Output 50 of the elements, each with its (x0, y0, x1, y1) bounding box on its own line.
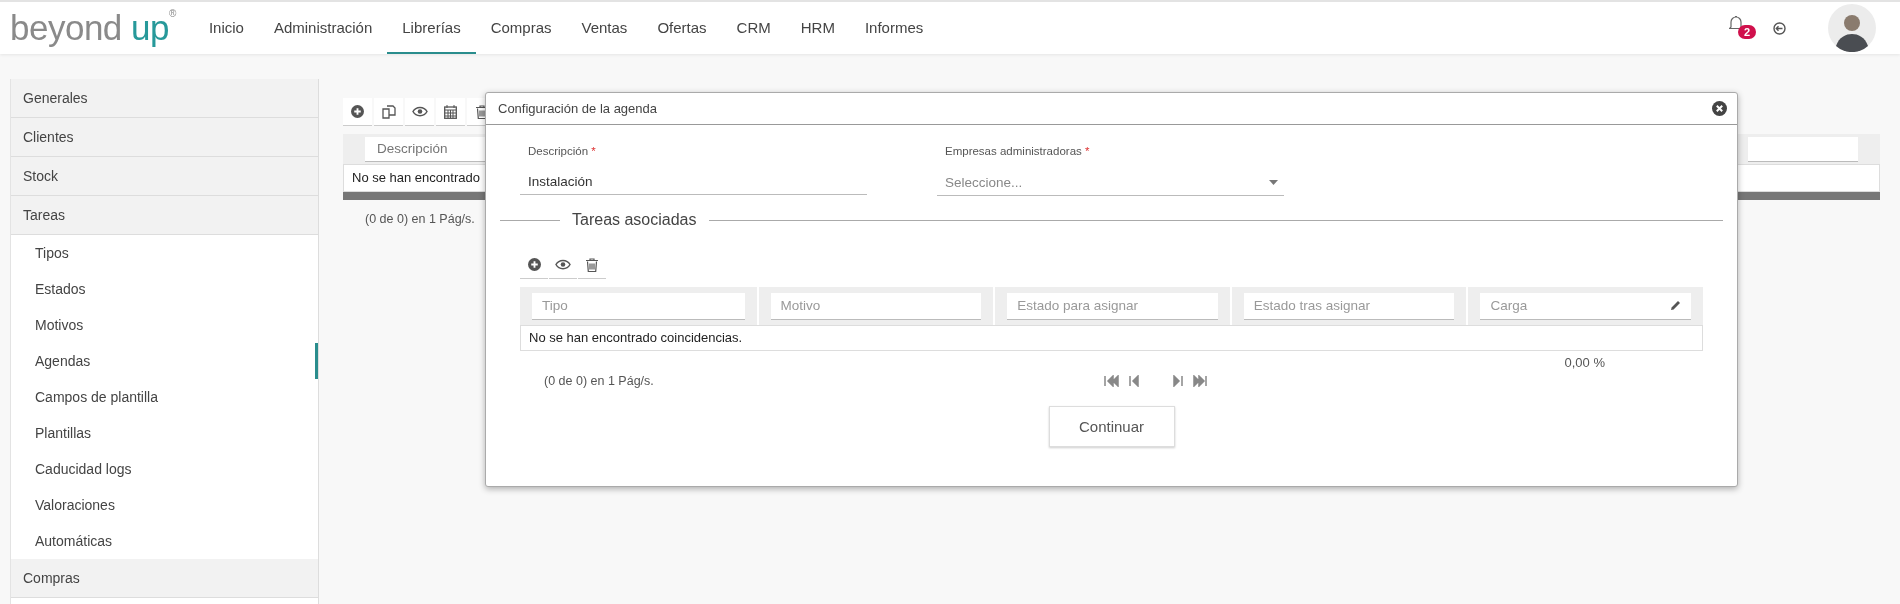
nav-item[interactable]: Librerías (387, 2, 476, 54)
next-page-button[interactable] (1173, 375, 1183, 387)
last-page-button[interactable] (1193, 375, 1208, 387)
first-page-button[interactable] (1104, 375, 1119, 387)
empty-message: No se han encontrado (352, 170, 480, 185)
sidebar-section[interactable]: Stock (11, 157, 318, 196)
nav-item[interactable]: Inicio (193, 2, 259, 54)
add-icon (527, 258, 541, 271)
calendar-icon (444, 104, 457, 119)
dialog-title: Configuración de la agenda (498, 101, 657, 116)
field-label: Descripción * (527, 145, 597, 157)
nav-item[interactable]: Ventas (566, 2, 643, 54)
pencil-icon (1670, 300, 1681, 311)
toolbar-button[interactable] (374, 98, 403, 126)
field-label: Empresas administradoras * (944, 145, 1091, 157)
toolbar-button[interactable] (436, 98, 465, 126)
nav-item[interactable]: Administración (258, 2, 388, 54)
trash-icon (475, 104, 488, 119)
copy-icon (381, 104, 396, 119)
empty-message: No se han encontrado coincidencias. (529, 330, 743, 345)
add-icon (351, 105, 364, 118)
prev-page-button[interactable] (1129, 375, 1139, 387)
sidebar-section[interactable]: Tareas (11, 196, 318, 235)
notification-badge: 2 (1738, 25, 1757, 39)
eye-icon (411, 106, 428, 117)
bell-icon[interactable] (1729, 15, 1743, 31)
trash-icon (586, 257, 598, 272)
eye-icon (555, 259, 571, 270)
sidebar-section[interactable]: Clientes (11, 118, 318, 157)
continue-button[interactable]: Continuar (1048, 406, 1175, 447)
logout-icon[interactable] (1773, 21, 1786, 35)
section-title: Tareas asociadas (572, 211, 697, 229)
select-field[interactable]: Seleccione... (937, 169, 1284, 196)
nav-item[interactable]: CRM (721, 2, 786, 54)
caret-icon (1269, 179, 1278, 185)
sidebar-section[interactable]: Generales (11, 79, 318, 118)
sidebar-section[interactable]: Compras (11, 559, 318, 598)
toolbar-button[interactable] (343, 98, 372, 126)
nav-item[interactable]: HRM (785, 2, 850, 54)
total-value: 0,00 % (1564, 355, 1605, 370)
pager-text: (0 de 0) en 1 Pág/s. (365, 212, 475, 226)
avatar[interactable] (1828, 4, 1876, 52)
nav-item[interactable]: Compras (475, 2, 567, 54)
toolbar-button[interactable] (405, 98, 434, 126)
close-button[interactable] (1712, 101, 1727, 116)
nav-item[interactable]: Ofertas (642, 2, 722, 54)
filter-field[interactable] (1748, 136, 1858, 162)
logo: beyond up$^{®}$ (10, 8, 176, 48)
pager-text: (0 de 0) en 1 Pág/s. (544, 374, 654, 388)
nav-item[interactable]: Informes (849, 2, 939, 54)
